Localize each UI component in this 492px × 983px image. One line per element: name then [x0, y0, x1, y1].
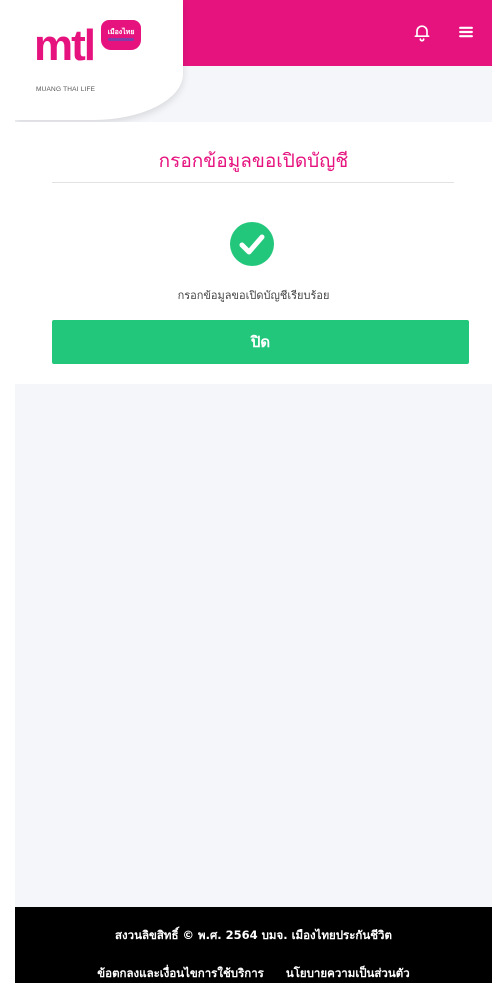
success-message: กรอกข้อมูลขอเปิดบัญชีเรียบร้อย — [177, 289, 330, 302]
footer: สงวนลิขสิทธิ์ © พ.ศ. 2564 บมจ. เมืองไทยป… — [15, 907, 492, 983]
logo-tagline: MUANG THAI LIFE — [36, 86, 96, 93]
logo-text: mtl — [34, 21, 96, 70]
content-card: กรอกข้อมูลขอเปิดบัญชี กรอกข้อมูลขอเปิดบั… — [15, 122, 492, 384]
left-gutter — [0, 0, 15, 983]
close-button[interactable]: ปิด — [52, 320, 469, 364]
logo-badge: เมืองไทย — [101, 20, 141, 50]
footer-links: ข้อตกลงและเงื่อนไขการใช้บริการ นโยบายควา… — [15, 965, 492, 983]
page-title: กรอกข้อมูลขอเปิดบัญชี — [158, 150, 349, 172]
menu-icon[interactable] — [456, 22, 476, 42]
logo-badge-underline — [108, 38, 134, 41]
logo-card[interactable]: mtl เมืองไทย MUANG THAI LIFE — [15, 0, 183, 120]
header-icons — [412, 22, 476, 42]
privacy-link[interactable]: นโยบายความเป็นส่วนตัว — [286, 965, 410, 983]
check-circle-icon — [230, 222, 274, 266]
terms-link[interactable]: ข้อตกลงและเงื่อนไขการใช้บริการ — [97, 965, 264, 983]
app-frame: mtl เมืองไทย MUANG THAI LIFE กรอกข้อมูลข… — [15, 0, 492, 983]
logo-badge-text: เมืองไทย — [107, 28, 135, 36]
footer-copyright: สงวนลิขสิทธิ์ © พ.ศ. 2564 บมจ. เมืองไทยป… — [115, 928, 392, 942]
title-divider — [52, 182, 454, 183]
bell-icon[interactable] — [412, 22, 432, 42]
